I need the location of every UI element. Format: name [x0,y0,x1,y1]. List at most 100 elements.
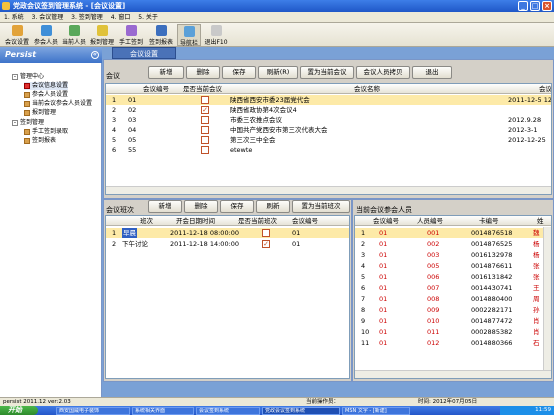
session-refresh-button[interactable]: 刷新 [256,200,290,213]
start-button[interactable]: 开始 [0,406,38,415]
menu-window[interactable]: 4. 窗口 [111,14,131,21]
attendee-row[interactable]: 8 01 009 0002282171 孙 [355,305,551,315]
attendee-table-vscroll[interactable] [543,227,551,370]
set-current-meeting-button[interactable]: 置为当前会议 [300,66,354,79]
toolbar-exit-button[interactable]: 退出F10 [203,24,229,46]
session-add-button[interactable]: 新增 [148,200,182,213]
meeting-exit-button[interactable]: 退出 [412,66,452,79]
toolbar-current-people-button[interactable]: 当前人员 [61,24,87,46]
meeting-table-header: 会议编号 是否当前会议 会议名称 会议 [106,84,551,94]
session-row[interactable]: 1 早晨 2011-12-18 08:00:00 01 [106,228,349,238]
current-meeting-checkbox[interactable] [201,116,209,124]
taskbar-item[interactable]: MSN 文字 - [新建] [342,407,410,415]
toolbar-manual-signin-button[interactable]: 手工签到 [117,24,145,46]
document-icon [24,100,30,107]
meeting-panel-title: 会议 [106,72,120,80]
attendee-panel-title: 当前会议参会人员 [356,206,412,214]
meeting-row[interactable]: 1 01 陕西省西安市委23届党代会 2011-12-5 12 [106,95,551,105]
set-current-session-button[interactable]: 置为当前班次 [292,200,350,213]
attendee-row[interactable]: 4 01 005 0014876611 张 [355,261,551,271]
session-delete-button[interactable]: 删除 [184,200,218,213]
meeting-table-hscroll[interactable] [106,186,551,194]
menu-signin[interactable]: 3. 签到管理 [71,14,103,21]
toolbar-meeting-settings-button[interactable]: 会议设置 [3,24,31,46]
user-icon [68,25,80,36]
tree-node-signin-management[interactable]: - 签到管理 [12,119,44,127]
current-meeting-checkbox[interactable] [201,96,209,104]
status-bar: persist 2011.12 ver:2.03 当前操作员： 时间: 2012… [0,397,554,406]
current-meeting-checkbox[interactable] [201,126,209,134]
meeting-delete-button[interactable]: 删除 [186,66,220,79]
tree-node-meeting-info[interactable]: 会议信息设置 [24,82,69,90]
menu-meeting[interactable]: 3. 会议管理 [32,14,64,21]
window-title: 党政会议签到管理系统 - [会议设置] [13,2,126,10]
attendee-row[interactable]: 7 01 008 0014880400 周 [355,294,551,304]
tree-node-admin-center[interactable]: - 管理中心 [12,73,44,81]
report-icon [155,25,167,36]
maximize-button[interactable]: □ [530,1,540,11]
meeting-row[interactable]: 5 05 第三次三中全会 2012-12-25 [106,135,551,145]
attendee-row[interactable]: 11 01 012 0014880366 石 [355,338,551,348]
tree-expand-icon[interactable]: - [12,73,18,80]
taskbar-item[interactable]: 西安国威电子装饰 [56,407,130,415]
meeting-row[interactable]: 4 04 中国共产党西安市第三次代表大会 2012-3-1 [106,125,551,135]
meeting-add-button[interactable]: 新增 [148,66,184,79]
toolbar-navigation-button[interactable]: 导航栏 [177,24,201,47]
current-meeting-checkbox[interactable] [201,136,209,144]
session-row[interactable]: 2 下午讨论 2011-12-18 14:00:00 ✓ 01 [106,239,349,249]
tree-node-signin-report[interactable]: 签到报表 [24,137,56,145]
meeting-save-button[interactable]: 保存 [222,66,256,79]
meeting-table: 会议编号 是否当前会议 会议名称 会议 1 01 陕西省西安市委23届党代会 2011… [105,83,552,195]
tree-node-check-in[interactable]: 报到管理 [24,109,56,117]
tray-clock: 11:59 [535,407,551,413]
tab-meeting-settings[interactable]: 会议设置 [112,47,176,59]
meeting-refresh-button[interactable]: 刷新(R) [258,66,298,79]
copy-attendees-button[interactable]: 会议人员拷贝 [356,66,410,79]
attendee-row[interactable]: 5 01 006 0016131842 张 [355,272,551,282]
session-save-button[interactable]: 保存 [220,200,254,213]
attendee-row[interactable]: 9 01 010 0014877472 肖 [355,316,551,326]
meeting-row[interactable]: 6 55 etewte [106,145,551,155]
current-session-checkbox[interactable]: ✓ [262,240,270,248]
navigation-pane-title: Persist [5,50,37,59]
attendee-row[interactable]: 6 01 007 0014430741 王 [355,283,551,293]
taskbar-item[interactable]: 会议签到系统 [196,407,260,415]
document-icon [24,137,30,144]
tree-expand-icon[interactable]: - [12,119,18,126]
toolbar-check-in-button[interactable]: 报到管理 [89,24,115,46]
document-icon [24,82,30,89]
taskbar-item-active[interactable]: 党政会议签到系统 [262,407,340,415]
taskbar-item[interactable]: 系统相关界面 [132,407,194,415]
meeting-row[interactable]: 2 02 ✓ 陕西省政协第4次会议4 [106,105,551,115]
attendee-table: 会议编号 人员编号 卡编号 姓 1 01 001 0014876518 魏 2 01 002… [354,215,552,379]
tree-node-attendee-settings[interactable]: 参会人员设置 [24,91,68,99]
menu-system[interactable]: 1. 系统 [4,14,24,21]
attendee-row[interactable]: 2 01 002 0014876525 杨 [355,239,551,249]
tree-node-manual-signin[interactable]: 手工签到录取 [24,128,68,136]
toolbar-attendees-button[interactable]: 参会人员 [33,24,59,46]
attendee-row[interactable]: 10 01 011 0002885382 肖 [355,327,551,337]
meeting-row[interactable]: 3 03 市委三农推点会议 2012.9.28 [106,115,551,125]
collapse-pane-button[interactable]: « [91,51,99,59]
close-button[interactable]: × [542,1,552,11]
session-panel-title: 会议班次 [106,206,134,214]
current-session-checkbox[interactable] [262,229,270,237]
toolbar-report-button[interactable]: 签到报表 [147,24,175,46]
session-table: 班次 开会日期时间 是否当前班次 会议编号 1 早晨 2011-12-18 08:0… [105,215,350,379]
minimize-button[interactable]: _ [518,1,528,11]
current-meeting-checkbox[interactable]: ✓ [201,106,209,114]
menu-bar: 1. 系统 3. 会议管理 3. 签到管理 4. 窗口 5. 关于 [0,12,554,23]
tree-node-current-attendees[interactable]: 当前会议参会人员设置 [24,100,92,108]
attendee-table-hscroll[interactable] [355,370,551,378]
window-titlebar: 党政会议签到管理系统 - [会议设置] _ □ × [0,0,554,12]
hand-icon [125,25,137,36]
attendee-row[interactable]: 1 01 001 0014876518 魏 [355,228,551,238]
session-table-header: 班次 开会日期时间 是否当前班次 会议编号 [106,216,349,226]
app-icon [2,2,10,10]
attendee-table-header: 会议编号 人员编号 卡编号 姓 [355,216,551,226]
attendee-row[interactable]: 3 01 003 0016132978 杨 [355,250,551,260]
menu-about[interactable]: 5. 关于 [138,14,158,21]
smiley-icon [96,25,108,36]
document-icon [24,128,30,135]
current-meeting-checkbox[interactable] [201,146,209,154]
